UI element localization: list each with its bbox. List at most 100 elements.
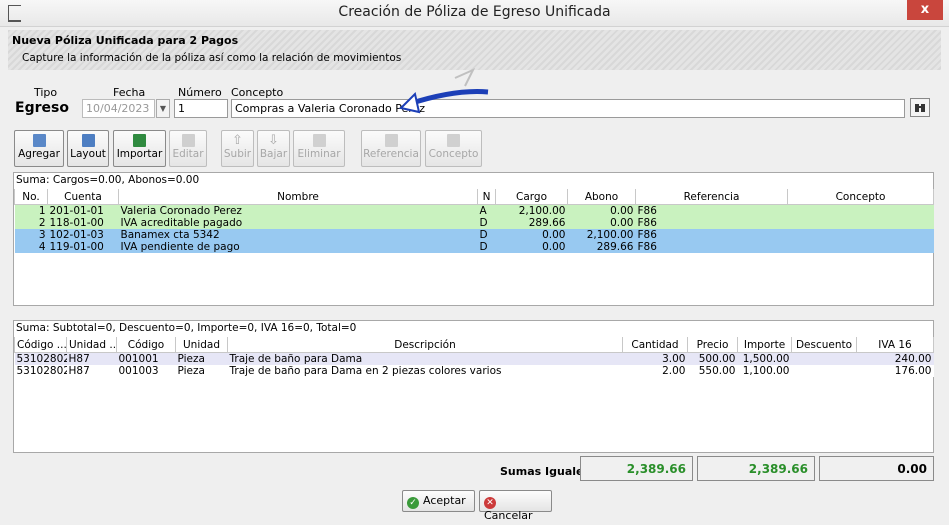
cell-unidad-sat: H87 <box>66 352 117 365</box>
cell-n: D <box>477 241 496 253</box>
col-abono[interactable]: Abono <box>567 189 636 205</box>
layout-button[interactable]: Layout <box>67 130 109 167</box>
concepts-table: Código ... Unidad ... Código Unidad Desc… <box>14 337 934 377</box>
movements-grid[interactable]: Suma: Cargos=0.00, Abonos=0.00 No. Cuent… <box>13 172 934 306</box>
cell-unidad-sat: H87 <box>66 365 117 377</box>
move-down-button[interactable]: ⇩ Bajar <box>257 130 290 167</box>
cell-referencia: F86 <box>635 241 788 253</box>
col-n[interactable]: N <box>477 189 496 205</box>
move-up-label: Subir <box>223 148 252 160</box>
col-cantidad[interactable]: Cantidad <box>622 337 688 353</box>
cell-nombre: Banamex cta 5342 <box>118 229 478 241</box>
concepts-grid[interactable]: Suma: Subtotal=0, Descuento=0, Importe=0… <box>13 320 934 453</box>
cancel-button[interactable]: ✕Cancelar <box>479 490 552 522</box>
cell-no: 2 <box>14 217 48 229</box>
close-button[interactable]: x <box>907 0 943 20</box>
concept-button[interactable]: Concepto <box>425 130 482 167</box>
table-row[interactable]: 53102802 H87 001001 Pieza Traje de baño … <box>14 352 934 365</box>
cell-concepto <box>787 204 934 217</box>
table-row[interactable]: 3 102-01-03 Banamex cta 5342 D 0.00 2,10… <box>14 229 934 241</box>
delete-icon <box>312 134 326 147</box>
cell-unidad: Pieza <box>175 365 228 377</box>
header-subtitle: Capture la información de la póliza así … <box>22 52 402 64</box>
table-row[interactable]: 4 119-01-00 IVA pendiente de pago D 0.00… <box>14 241 934 253</box>
fecha-dropdown-button[interactable]: ▼ <box>156 99 170 118</box>
cell-concepto <box>787 241 934 253</box>
numero-field[interactable]: 1 <box>174 99 228 118</box>
cell-nombre: IVA pendiente de pago <box>118 241 478 253</box>
import-label: Importar <box>116 148 163 160</box>
edit-button[interactable]: Editar <box>169 130 207 167</box>
concepts-summary: Suma: Subtotal=0, Descuento=0, Importe=0… <box>16 322 357 334</box>
cell-abono: 289.66 <box>567 241 636 253</box>
cell-referencia: F86 <box>635 229 788 241</box>
cell-codigo-sat: 53102802 <box>14 365 67 377</box>
annotation-arrow-icon <box>399 68 489 114</box>
edit-icon <box>181 134 195 147</box>
col-cuenta[interactable]: Cuenta <box>47 189 119 205</box>
cell-concepto <box>787 217 934 229</box>
cell-iva: 240.00 <box>856 352 934 365</box>
col-referencia[interactable]: Referencia <box>635 189 788 205</box>
binoculars-button[interactable] <box>910 98 930 117</box>
header-title: Nueva Póliza Unificada para 2 Pagos <box>12 34 239 47</box>
cell-cargo: 2,100.00 <box>495 204 568 217</box>
col-unidad-sat[interactable]: Unidad ... <box>66 337 117 353</box>
table-row[interactable]: 53102802 H87 001003 Pieza Traje de baño … <box>14 365 934 377</box>
table-row[interactable]: 1 201-01-01 Valeria Coronado Perez A 2,1… <box>14 204 934 217</box>
col-unidad[interactable]: Unidad <box>175 337 228 353</box>
arrow-up-icon: ⇧ <box>232 133 243 148</box>
cell-n: D <box>477 229 496 241</box>
tipo-label: Tipo <box>34 86 58 99</box>
dialog-header: Nueva Póliza Unificada para 2 Pagos Capt… <box>8 30 941 70</box>
reference-icon <box>384 134 398 147</box>
add-button[interactable]: Agregar <box>14 130 64 167</box>
col-concepto[interactable]: Concepto <box>787 189 934 205</box>
cell-no: 3 <box>14 229 48 241</box>
edit-label: Editar <box>172 148 204 160</box>
col-no[interactable]: No. <box>14 189 48 205</box>
cell-descripcion: Traje de baño para Dama en 2 piezas colo… <box>227 365 623 377</box>
binoculars-icon <box>915 104 925 112</box>
fecha-field[interactable]: 10/04/2023 <box>82 99 155 118</box>
col-descuento[interactable]: Descuento <box>791 337 857 353</box>
move-up-button[interactable]: ⇧ Subir <box>221 130 254 167</box>
cell-iva: 176.00 <box>856 365 934 377</box>
delete-button[interactable]: Eliminar <box>293 130 345 167</box>
cell-referencia: F86 <box>635 217 788 229</box>
cell-no: 1 <box>14 204 48 217</box>
col-descripcion[interactable]: Descripción <box>227 337 623 353</box>
cell-cuenta: 201-01-01 <box>47 204 119 217</box>
layout-icon <box>81 134 95 147</box>
movements-summary: Suma: Cargos=0.00, Abonos=0.00 <box>16 174 200 186</box>
col-precio[interactable]: Precio <box>687 337 738 353</box>
col-importe[interactable]: Importe <box>737 337 792 353</box>
table-row[interactable]: 2 118-01-00 IVA acreditable pagado D 289… <box>14 217 934 229</box>
cell-descripcion: Traje de baño para Dama <box>227 352 623 365</box>
move-down-label: Bajar <box>259 148 288 160</box>
cell-abono: 0.00 <box>567 217 636 229</box>
reference-button[interactable]: Referencia <box>361 130 421 167</box>
concepto-label: Concepto <box>231 86 284 99</box>
col-iva[interactable]: IVA 16 <box>856 337 934 353</box>
cell-nombre: Valeria Coronado Perez <box>118 204 478 217</box>
numero-label: Número <box>178 86 222 99</box>
cell-unidad: Pieza <box>175 352 228 365</box>
cell-cargo: 289.66 <box>495 217 568 229</box>
col-codigo[interactable]: Código <box>116 337 176 353</box>
import-button[interactable]: Importar <box>113 130 166 167</box>
concepto-field[interactable]: Compras a Valeria Coronado Perez <box>231 99 905 118</box>
cell-concepto <box>787 229 934 241</box>
accept-button[interactable]: ✓ Aceptar <box>402 490 475 512</box>
movements-table: No. Cuenta Nombre N Cargo Abono Referenc… <box>14 189 934 253</box>
excel-icon <box>133 134 146 147</box>
window-title: Creación de Póliza de Egreso Unificada <box>338 4 611 20</box>
col-cargo[interactable]: Cargo <box>495 189 568 205</box>
col-codigo-sat[interactable]: Código ... <box>14 337 67 353</box>
cell-codigo-sat: 53102802 <box>14 352 67 365</box>
cell-codigo: 001001 <box>116 352 176 365</box>
accept-label: Aceptar <box>423 494 466 507</box>
col-nombre[interactable]: Nombre <box>118 189 478 205</box>
cell-referencia: F86 <box>635 204 788 217</box>
cell-cantidad: 3.00 <box>622 352 688 365</box>
